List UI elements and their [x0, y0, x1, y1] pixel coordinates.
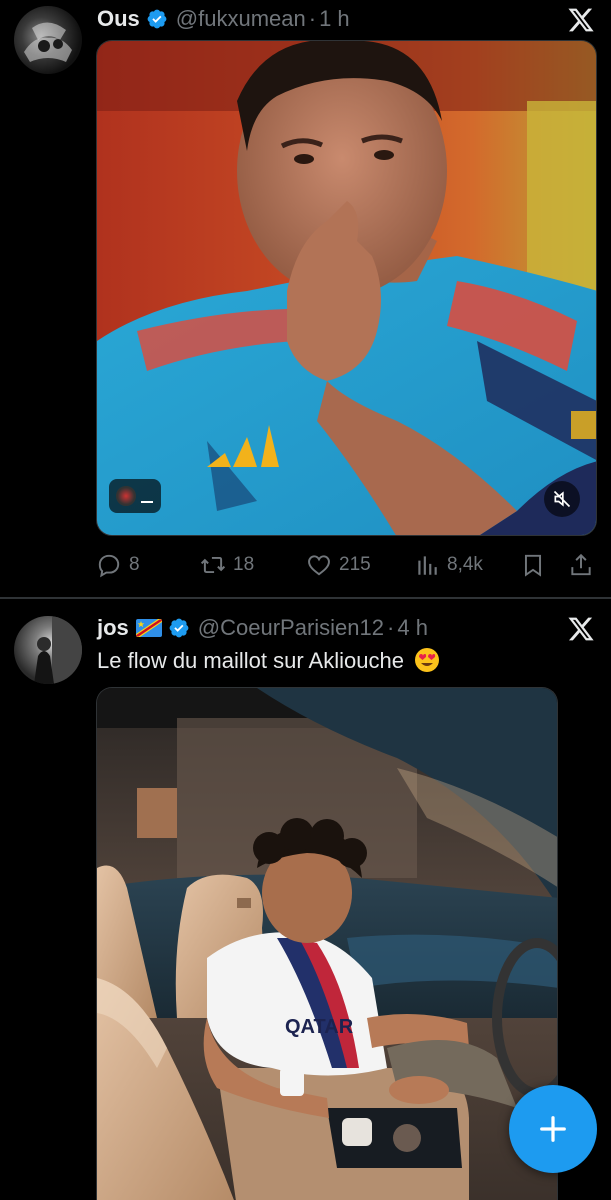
reply-icon	[98, 554, 120, 578]
verified-badge-icon	[169, 618, 189, 638]
verified-badge-icon	[147, 9, 167, 29]
heart-icon	[308, 555, 330, 576]
views-count: 8,4k	[447, 554, 483, 575]
repost-icon	[200, 556, 226, 574]
like-count: 215	[339, 554, 371, 575]
tweet-time[interactable]: 4 h	[397, 615, 428, 641]
tweet-time[interactable]: 1 h	[319, 6, 350, 32]
author-name[interactable]: Ous	[97, 6, 140, 32]
mini-avatar	[116, 486, 136, 506]
like-button[interactable]: 215	[306, 548, 371, 582]
repost-button[interactable]: 18	[200, 548, 254, 582]
x-logo-icon[interactable]	[567, 6, 595, 34]
tweet-header: Ous @fukxumean · 1 h	[97, 4, 350, 34]
tweet-header: jos @CoeurParisien12 · 4 h	[97, 613, 428, 643]
share-icon	[571, 553, 591, 576]
views-button[interactable]: 8,4k	[414, 548, 483, 582]
bookmark-button[interactable]	[520, 548, 546, 582]
drc-flag-icon	[135, 619, 162, 637]
mute-button[interactable]	[544, 481, 580, 517]
video-frame	[97, 41, 596, 535]
separator-dot: ·	[387, 615, 395, 640]
author-handle[interactable]: @CoeurParisien12	[198, 615, 384, 641]
author-name[interactable]: jos	[97, 615, 129, 641]
author-handle[interactable]: @fukxumean	[176, 6, 306, 32]
x-logo-icon[interactable]	[567, 615, 595, 643]
action-bar: 8 18 215 8,4k	[96, 548, 596, 582]
tweet-text: Le flow du maillot sur Akliouche	[97, 647, 440, 674]
photo-image: QATAR	[97, 688, 557, 1200]
tweet-photo[interactable]: QATAR	[96, 687, 558, 1200]
avatar[interactable]	[14, 6, 82, 74]
avatar[interactable]	[14, 616, 82, 684]
views-icon	[418, 556, 437, 575]
separator-dot: ·	[308, 6, 317, 31]
video-author-badge[interactable]	[109, 479, 161, 513]
repost-count: 18	[233, 554, 255, 575]
plus-icon	[540, 1116, 566, 1142]
badge-bar	[141, 501, 153, 503]
shirt-print: QATAR	[285, 1016, 354, 1038]
heart-eyes-emoji-icon	[415, 648, 440, 672]
tweet-text-content: Le flow du maillot sur Akliouche	[97, 648, 404, 673]
compose-button[interactable]	[509, 1085, 597, 1173]
share-button[interactable]	[568, 548, 594, 582]
reply-count: 8	[129, 554, 140, 575]
reply-button[interactable]: 8	[96, 548, 140, 582]
muted-speaker-icon	[553, 490, 571, 508]
tweet[interactable]: Ous @fukxumean · 1 h 8 18 215 8,4k	[0, 0, 611, 597]
tweet-video[interactable]	[96, 40, 597, 536]
bookmark-icon	[524, 554, 542, 577]
